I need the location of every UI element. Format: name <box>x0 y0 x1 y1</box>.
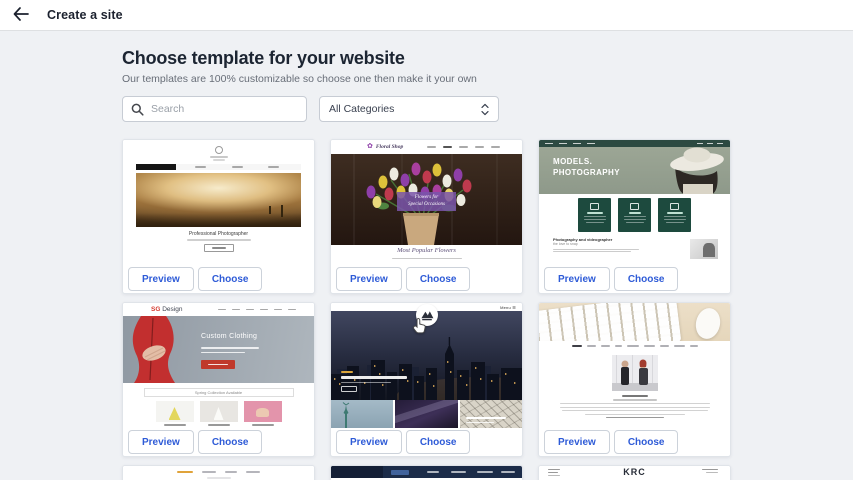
thumb-hero-caption-placeholder <box>341 371 407 392</box>
thumb-products <box>123 401 314 426</box>
thumb-nav-placeholder <box>136 164 301 170</box>
choose-button[interactable]: Choose <box>198 430 263 454</box>
thumb-title: Professional Photographer <box>123 231 314 237</box>
template-thumbnail-floral: ✿ Floral Shop <box>331 140 522 265</box>
template-card-partial-1 <box>122 465 315 480</box>
thumb-photo <box>612 355 658 391</box>
thumb-text-placeholder <box>539 395 730 418</box>
card-actions: Preview Choose <box>539 428 730 456</box>
thumb-hero-title: MODELS. PHOTOGRAPHY <box>553 157 620 178</box>
card-actions: Preview Choose <box>123 428 314 456</box>
choose-button[interactable]: Choose <box>614 267 679 291</box>
mouse-illustration <box>693 306 723 341</box>
category-select-value: All Categories <box>329 103 394 115</box>
flower-logo-icon: ✿ <box>367 143 373 150</box>
template-card-keyboard: Preview Choose <box>538 302 731 457</box>
thumb-hero-photo <box>136 173 301 227</box>
keyboard-illustration <box>539 303 681 341</box>
topbar-title: Create a site <box>47 8 123 22</box>
search-icon <box>131 103 144 116</box>
preview-button[interactable]: Preview <box>336 430 402 454</box>
choose-button[interactable]: Choose <box>198 267 263 291</box>
red-dress-illustration <box>123 316 195 383</box>
choose-button[interactable]: Choose <box>406 267 471 291</box>
filter-controls: All Categories <box>122 96 731 122</box>
arrow-left-icon <box>13 7 29 24</box>
thumb-nav-placeholder <box>331 466 522 478</box>
template-card-photographer: Professional Photographer Preview Choose <box>122 139 315 294</box>
template-card-partial-2 <box>330 465 523 480</box>
thumb-hero-title: Custom Clothing <box>201 333 257 340</box>
thumb-nav-placeholder <box>539 345 730 347</box>
back-button[interactable] <box>10 4 32 26</box>
category-select[interactable]: All Categories <box>319 96 499 122</box>
thumb-banner: Spring Collection Available <box>144 388 294 397</box>
preview-button[interactable]: Preview <box>544 267 610 291</box>
card-actions: Preview Choose <box>123 265 314 293</box>
cursor-pointer-icon <box>412 317 427 339</box>
choose-button[interactable]: Choose <box>614 430 679 454</box>
thumb-section-photo <box>690 239 718 259</box>
template-thumbnail-sg-design: SG Design Custom Clothing <box>123 303 314 428</box>
thumb-hero-photo <box>539 303 730 341</box>
template-card-models: MODELS. PHOTOGRAPHY Photography and vide… <box>538 139 731 294</box>
thumb-cta-placeholder <box>201 360 235 369</box>
template-thumbnail-partial-3: KRC <box>539 466 730 480</box>
template-thumbnail-keyboard <box>539 303 730 428</box>
preview-button[interactable]: Preview <box>544 430 610 454</box>
template-card-partial-3: KRC <box>538 465 731 480</box>
thumb-section-title: Most Popular Flowers <box>331 247 522 254</box>
preview-button[interactable]: Preview <box>128 430 194 454</box>
choose-template-page: Choose template for your website Our tem… <box>122 30 731 480</box>
page-subtitle: Our templates are 100% customizable so c… <box>122 73 731 85</box>
choose-button[interactable]: Choose <box>406 430 471 454</box>
template-thumbnail-partial-2 <box>331 466 522 480</box>
thumb-hero: MODELS. PHOTOGRAPHY <box>539 147 730 194</box>
search-input[interactable] <box>151 103 298 115</box>
thumb-feature-boxes <box>539 198 730 232</box>
chevron-updown-icon <box>481 103 489 116</box>
card-actions: Preview Choose <box>331 265 522 293</box>
card-actions: Preview Choose <box>331 428 522 456</box>
thumb-section: Photography and videographer the love to… <box>553 237 653 252</box>
template-card-floral: ✿ Floral Shop <box>330 139 523 294</box>
thumb-brand: SG Design <box>151 306 182 313</box>
thumb-hero-caption: Flowers for Special Occasions <box>397 192 456 211</box>
thumb-button-placeholder <box>204 244 234 252</box>
template-thumbnail-models: MODELS. PHOTOGRAPHY Photography and vide… <box>539 140 730 265</box>
woman-hat-illustration <box>645 147 730 194</box>
page-title: Choose template for your website <box>122 48 731 69</box>
template-grid: Professional Photographer Preview Choose… <box>122 139 731 480</box>
thumb-brand: Floral Shop <box>376 144 403 150</box>
card-actions: Preview Choose <box>539 265 730 293</box>
thumb-nav-placeholder <box>539 140 730 147</box>
search-box[interactable] <box>122 96 307 122</box>
preview-button[interactable]: Preview <box>336 267 402 291</box>
template-thumbnail-photographer: Professional Photographer <box>123 140 314 265</box>
thumb-hero: Custom Clothing <box>123 316 314 383</box>
thumb-menu: Menu ☰ <box>500 305 516 310</box>
topbar: Create a site <box>0 0 853 30</box>
preview-button[interactable]: Preview <box>128 267 194 291</box>
template-thumbnail-partial-1 <box>123 466 314 480</box>
template-card-sg-design: SG Design Custom Clothing <box>122 302 315 457</box>
thumb-gallery <box>331 400 522 428</box>
